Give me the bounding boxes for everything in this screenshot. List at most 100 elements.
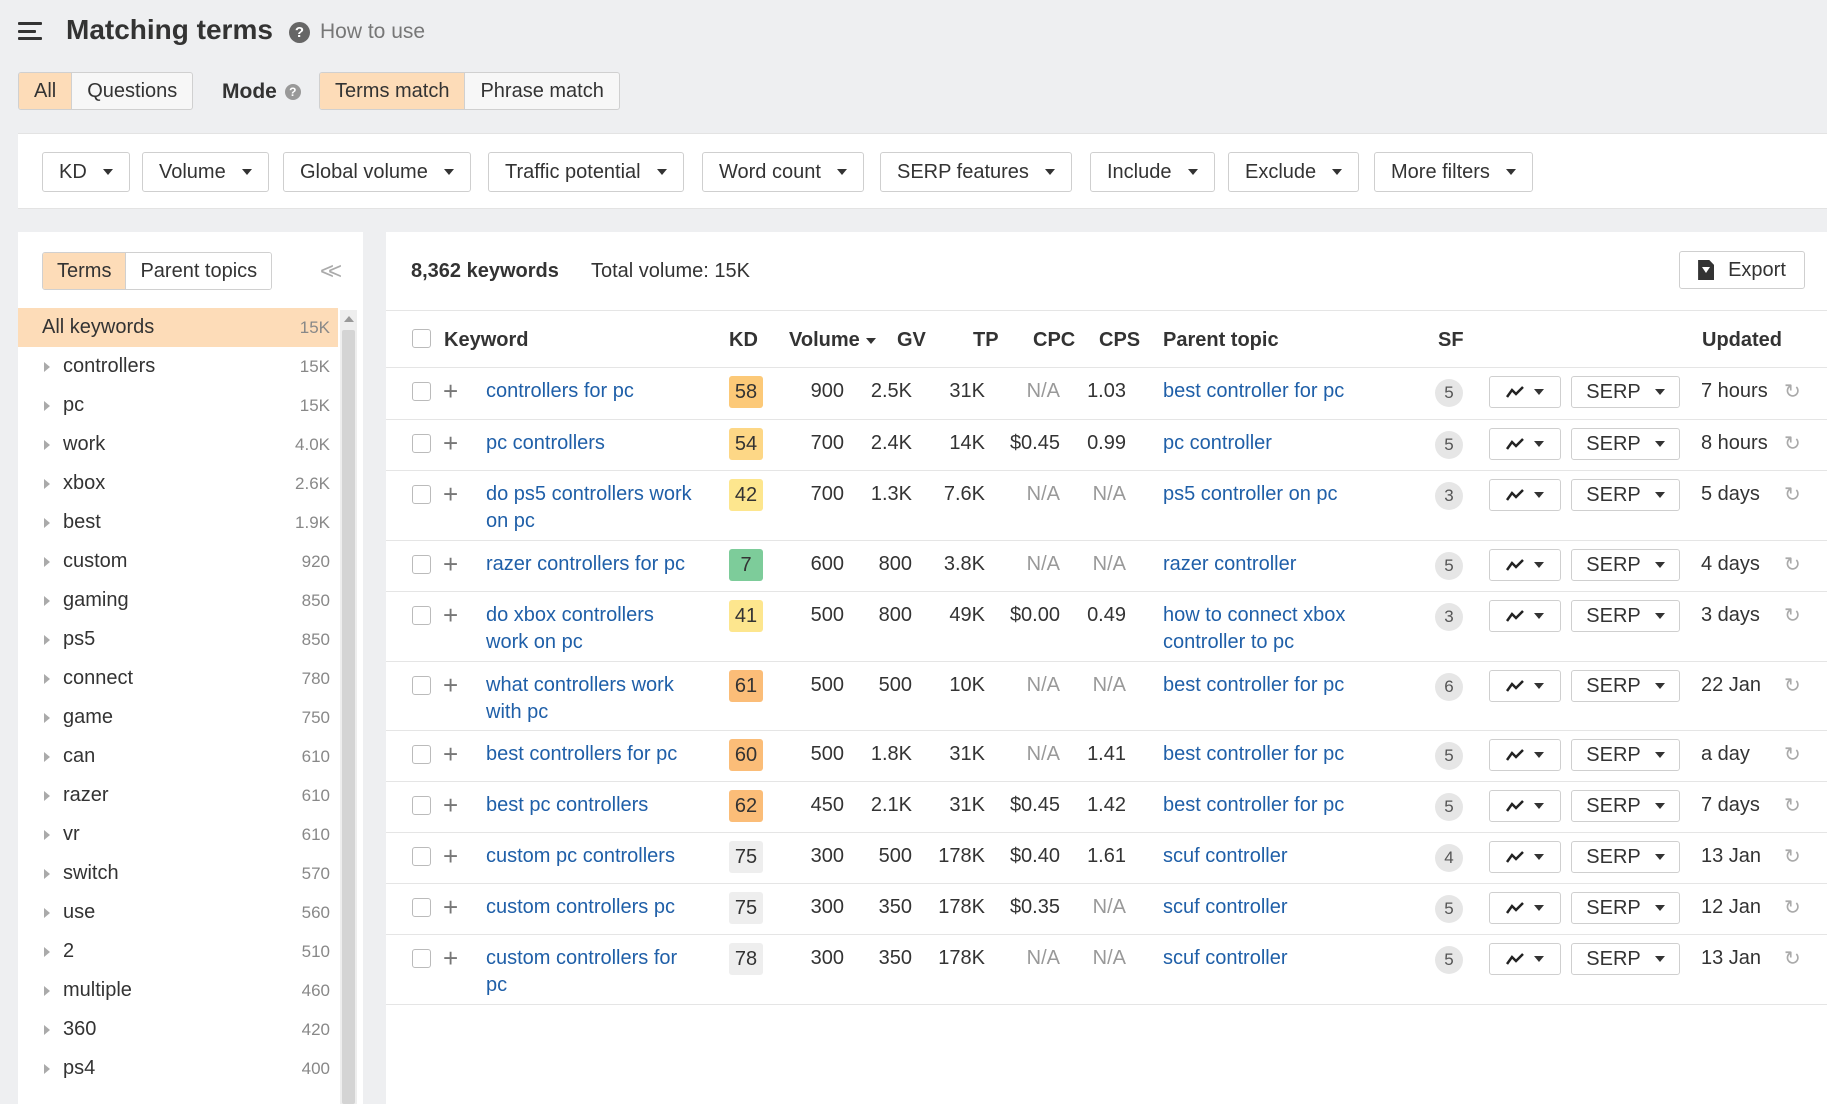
expand-arrow-icon[interactable]	[44, 869, 50, 879]
sidebar-term-item[interactable]: best 1.9K	[18, 503, 338, 542]
sidebar-term-item[interactable]: razer 610	[18, 776, 338, 815]
sidebar-term-item[interactable]: 360 420	[18, 1010, 338, 1049]
add-to-list-icon[interactable]: +	[443, 894, 458, 921]
refresh-icon[interactable]: ↻	[1784, 603, 1801, 628]
sidebar-item-all-keywords[interactable]: All keywords 15K	[18, 308, 338, 347]
keyword-link[interactable]: custom controllers for pc	[486, 945, 701, 999]
col-updated[interactable]: Updated	[1702, 329, 1782, 352]
trend-dropdown[interactable]	[1489, 549, 1561, 581]
sidebar-term-item[interactable]: controllers 15K	[18, 347, 338, 386]
sidebar-term-item[interactable]: ps5 850	[18, 620, 338, 659]
serp-dropdown[interactable]: SERP	[1571, 943, 1680, 975]
parent-topic-link[interactable]: best controller for pc	[1163, 378, 1388, 405]
refresh-icon[interactable]: ↻	[1784, 742, 1801, 767]
serp-dropdown[interactable]: SERP	[1571, 479, 1680, 511]
filter-kd[interactable]: KD	[42, 152, 130, 192]
expand-arrow-icon[interactable]	[44, 362, 50, 372]
tab-terms[interactable]: Terms	[43, 253, 127, 289]
row-checkbox[interactable]	[412, 555, 431, 574]
tab-questions[interactable]: Questions	[72, 73, 192, 109]
sidebar-term-item[interactable]: custom 920	[18, 542, 338, 581]
expand-arrow-icon[interactable]	[44, 986, 50, 996]
trend-dropdown[interactable]	[1489, 428, 1561, 460]
row-checkbox[interactable]	[412, 898, 431, 917]
col-volume[interactable]: Volume	[789, 329, 876, 352]
parent-topic-link[interactable]: scuf controller	[1163, 894, 1388, 921]
scrollbar-thumb[interactable]	[342, 330, 355, 1104]
expand-arrow-icon[interactable]	[44, 752, 50, 762]
parent-topic-link[interactable]: ps5 controller on pc	[1163, 481, 1388, 508]
sidebar-term-item[interactable]: vr 610	[18, 815, 338, 854]
add-to-list-icon[interactable]: +	[443, 378, 458, 405]
parent-topic-link[interactable]: razer controller	[1163, 551, 1388, 578]
sf-count-badge[interactable]: 5	[1435, 793, 1463, 821]
expand-arrow-icon[interactable]	[44, 596, 50, 606]
row-checkbox[interactable]	[412, 949, 431, 968]
sidebar-term-item[interactable]: game 750	[18, 698, 338, 737]
filter-more[interactable]: More filters	[1374, 152, 1533, 192]
refresh-icon[interactable]: ↻	[1784, 844, 1801, 869]
parent-topic-link[interactable]: best controller for pc	[1163, 792, 1388, 819]
row-checkbox[interactable]	[412, 382, 431, 401]
filter-global-volume[interactable]: Global volume	[283, 152, 471, 192]
expand-arrow-icon[interactable]	[44, 1064, 50, 1074]
trend-dropdown[interactable]	[1489, 943, 1561, 975]
serp-dropdown[interactable]: SERP	[1571, 670, 1680, 702]
filter-serp-features[interactable]: SERP features	[880, 152, 1072, 192]
trend-dropdown[interactable]	[1489, 479, 1561, 511]
keyword-link[interactable]: what controllers work with pc	[486, 672, 701, 726]
row-checkbox[interactable]	[412, 485, 431, 504]
row-checkbox[interactable]	[412, 745, 431, 764]
sidebar-term-item[interactable]: connect 780	[18, 659, 338, 698]
collapse-sidebar-icon[interactable]: <<	[320, 258, 342, 286]
sidebar-term-item[interactable]: gaming 850	[18, 581, 338, 620]
keyword-link[interactable]: best controllers for pc	[486, 741, 701, 768]
expand-arrow-icon[interactable]	[44, 557, 50, 567]
refresh-icon[interactable]: ↻	[1784, 673, 1801, 698]
serp-dropdown[interactable]: SERP	[1571, 600, 1680, 632]
sf-count-badge[interactable]: 5	[1435, 431, 1463, 459]
expand-arrow-icon[interactable]	[44, 674, 50, 684]
how-to-use-link[interactable]: ? How to use	[289, 20, 425, 44]
sidebar-term-item[interactable]: multiple 460	[18, 971, 338, 1010]
expand-arrow-icon[interactable]	[44, 635, 50, 645]
sf-count-badge[interactable]: 5	[1435, 552, 1463, 580]
keyword-link[interactable]: do ps5 controllers work on pc	[486, 481, 701, 535]
keyword-link[interactable]: do xbox controllers work on pc	[486, 602, 701, 656]
add-to-list-icon[interactable]: +	[443, 843, 458, 870]
col-parent-topic[interactable]: Parent topic	[1163, 329, 1279, 352]
expand-arrow-icon[interactable]	[44, 947, 50, 957]
serp-dropdown[interactable]: SERP	[1571, 549, 1680, 581]
trend-dropdown[interactable]	[1489, 790, 1561, 822]
keyword-link[interactable]: custom pc controllers	[486, 843, 701, 870]
add-to-list-icon[interactable]: +	[443, 741, 458, 768]
mode-help-icon[interactable]: ?	[284, 84, 301, 100]
sidebar-term-item[interactable]: 2 510	[18, 932, 338, 971]
select-all-checkbox[interactable]	[412, 329, 431, 348]
sf-count-badge[interactable]: 5	[1435, 742, 1463, 770]
phrase-match-button[interactable]: Phrase match	[465, 73, 618, 109]
col-cpc[interactable]: CPC	[1033, 329, 1075, 352]
row-checkbox[interactable]	[412, 606, 431, 625]
expand-arrow-icon[interactable]	[44, 518, 50, 528]
col-keyword[interactable]: Keyword	[444, 329, 528, 352]
expand-arrow-icon[interactable]	[44, 479, 50, 489]
row-checkbox[interactable]	[412, 676, 431, 695]
filter-exclude[interactable]: Exclude	[1228, 152, 1360, 192]
refresh-icon[interactable]: ↻	[1784, 431, 1801, 456]
keyword-link[interactable]: pc controllers	[486, 430, 701, 457]
expand-arrow-icon[interactable]	[44, 908, 50, 918]
terms-match-button[interactable]: Terms match	[320, 73, 466, 109]
add-to-list-icon[interactable]: +	[443, 602, 458, 629]
sidebar-term-item[interactable]: pc 15K	[18, 386, 338, 425]
sidebar-term-item[interactable]: xbox 2.6K	[18, 464, 338, 503]
row-checkbox[interactable]	[412, 434, 431, 453]
col-tp[interactable]: TP	[973, 329, 999, 352]
refresh-icon[interactable]: ↻	[1784, 379, 1801, 404]
serp-dropdown[interactable]: SERP	[1571, 841, 1680, 873]
row-checkbox[interactable]	[412, 796, 431, 815]
add-to-list-icon[interactable]: +	[443, 945, 458, 972]
add-to-list-icon[interactable]: +	[443, 672, 458, 699]
keyword-link[interactable]: custom controllers pc	[486, 894, 701, 921]
col-gv[interactable]: GV	[897, 329, 926, 352]
